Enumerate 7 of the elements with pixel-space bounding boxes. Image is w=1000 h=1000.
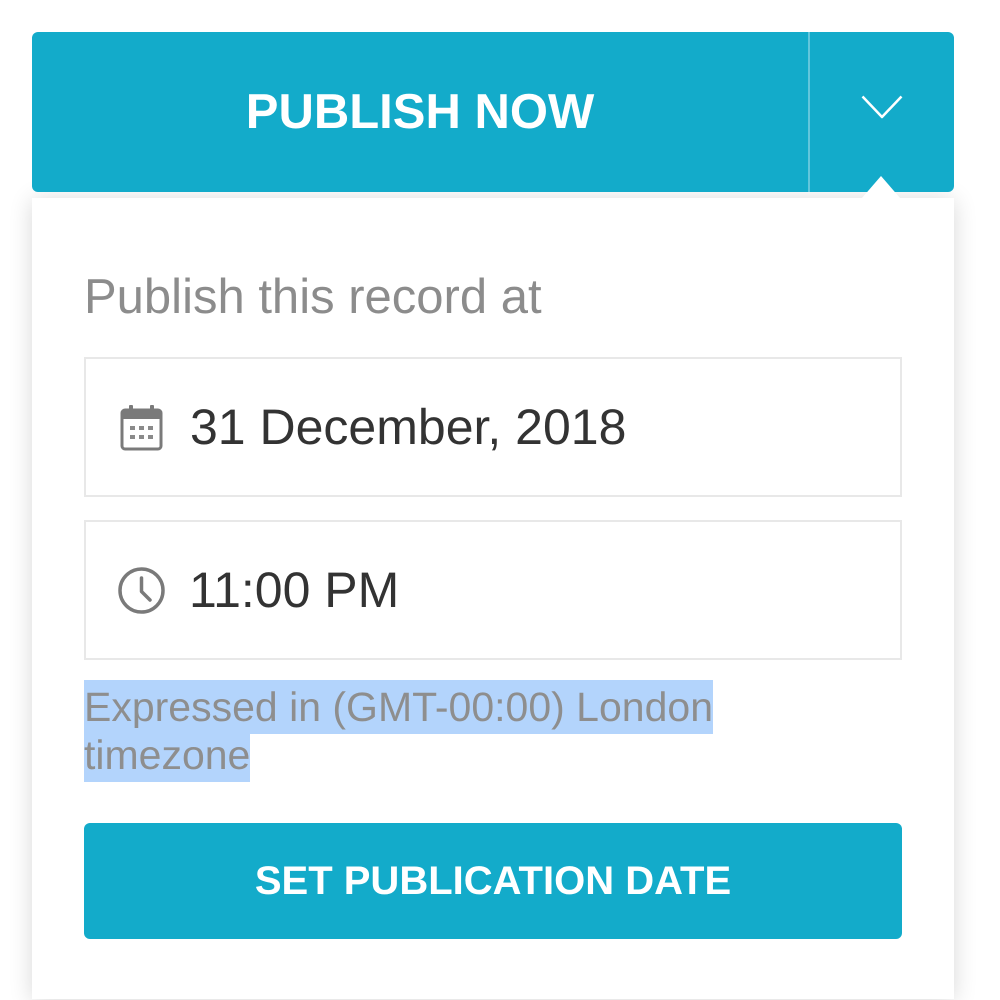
date-field[interactable]: 31 December, 2018 (84, 357, 902, 497)
panel-heading: Publish this record at (84, 270, 543, 325)
time-field[interactable]: 11:00 PM (84, 520, 902, 660)
dropdown-toggle-button[interactable] (808, 32, 954, 192)
chevron-down-icon (861, 95, 903, 119)
clock-icon (118, 566, 165, 614)
calendar-icon (120, 404, 163, 450)
